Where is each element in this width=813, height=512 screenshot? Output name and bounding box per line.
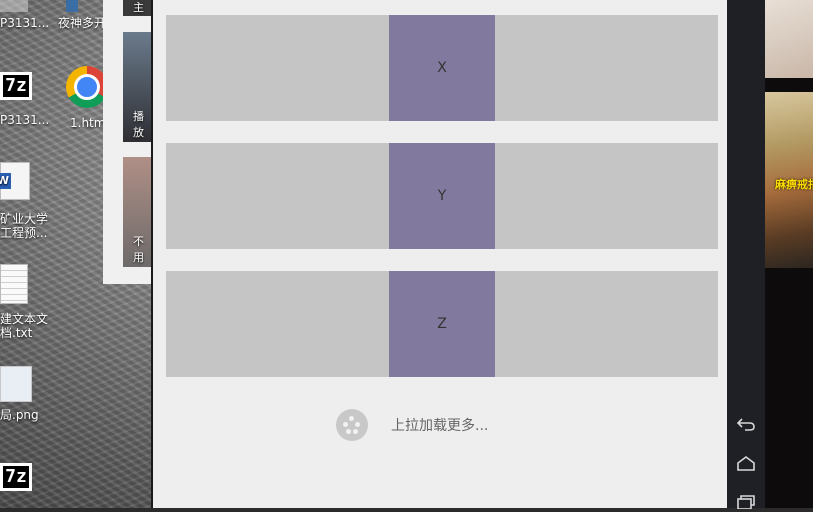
file-icon xyxy=(0,0,28,12)
desktop-icon-label: 档.txt xyxy=(0,326,33,340)
list-item-label: Y xyxy=(437,188,447,204)
desktop-icon-doc[interactable]: W 矿业大学 工程预... xyxy=(0,162,48,240)
seven-zip-icon: 7z xyxy=(0,72,32,100)
game-ad-image[interactable]: 麻痹戒指 xyxy=(765,92,813,268)
thumbnail-1[interactable]: 她主 xyxy=(123,0,153,16)
thumbnail-label: 不用 xyxy=(133,235,144,264)
list-item-label: X xyxy=(437,60,447,76)
desktop-icon-label: 夜神多开 xyxy=(58,16,107,30)
desktop-icon-label: P3131... xyxy=(0,16,50,30)
seven-zip-icon: 7z xyxy=(0,463,32,491)
desktop-icon-7z-2[interactable]: 7z xyxy=(0,463,32,491)
background-photo xyxy=(765,0,813,78)
list-item[interactable]: X xyxy=(166,15,718,121)
recent-apps-button[interactable] xyxy=(727,490,765,512)
chrome-icon xyxy=(66,66,108,108)
android-navigation-bar xyxy=(727,0,765,509)
desktop-icon-label: 局.png xyxy=(0,408,39,422)
back-icon xyxy=(736,418,755,431)
text-file-icon xyxy=(0,264,28,304)
thumbnail-label: 播放 xyxy=(133,110,144,139)
desktop-icon-label: 建文本文 xyxy=(0,312,49,326)
shortcut-icon xyxy=(66,0,78,12)
desktop-icon-label: 工程预... xyxy=(0,226,48,240)
list-item-label: Z xyxy=(437,316,447,332)
home-icon xyxy=(737,456,755,471)
list-item-center-block: Y xyxy=(389,143,495,249)
list-item[interactable]: Z xyxy=(166,271,718,377)
image-file-icon xyxy=(0,366,32,402)
recent-apps-icon xyxy=(737,495,755,509)
thumbnail-3[interactable]: 不用 xyxy=(123,157,153,267)
word-doc-icon: W xyxy=(0,162,30,200)
list-item-center-block: X xyxy=(389,15,495,121)
desktop-icon-txt[interactable]: 建文本文 档.txt xyxy=(0,264,48,340)
pull-up-load-more: 上拉加载更多... xyxy=(336,409,488,441)
list-item[interactable]: Y xyxy=(166,143,718,249)
list-item-center-block: Z xyxy=(389,271,495,377)
home-button[interactable] xyxy=(727,452,765,474)
load-more-label: 上拉加载更多... xyxy=(391,418,489,434)
emulator-app-window: X Y Z 上拉加载更多... xyxy=(151,0,727,508)
back-button[interactable] xyxy=(727,413,765,435)
desktop-icon-p3131-top[interactable]: P3131... xyxy=(0,0,49,30)
game-ad-caption: 麻痹戒指 xyxy=(775,178,813,191)
desktop-icon-label: P3131... xyxy=(0,113,50,127)
desktop-icon-html[interactable]: 1.htm xyxy=(66,66,108,130)
desktop-icon-label: 矿业大学 xyxy=(0,212,49,226)
desktop-icon-nox-multi[interactable]: 夜神多开 xyxy=(58,0,106,30)
thumbnail-label: 她主 xyxy=(133,1,144,14)
loading-spinner-icon xyxy=(336,409,368,441)
desktop-icon-7z-1[interactable]: 7z P3131... xyxy=(0,72,49,127)
desktop-icon-png[interactable]: 局.png xyxy=(0,366,39,422)
thumbnail-2[interactable]: 播放 xyxy=(123,32,153,142)
